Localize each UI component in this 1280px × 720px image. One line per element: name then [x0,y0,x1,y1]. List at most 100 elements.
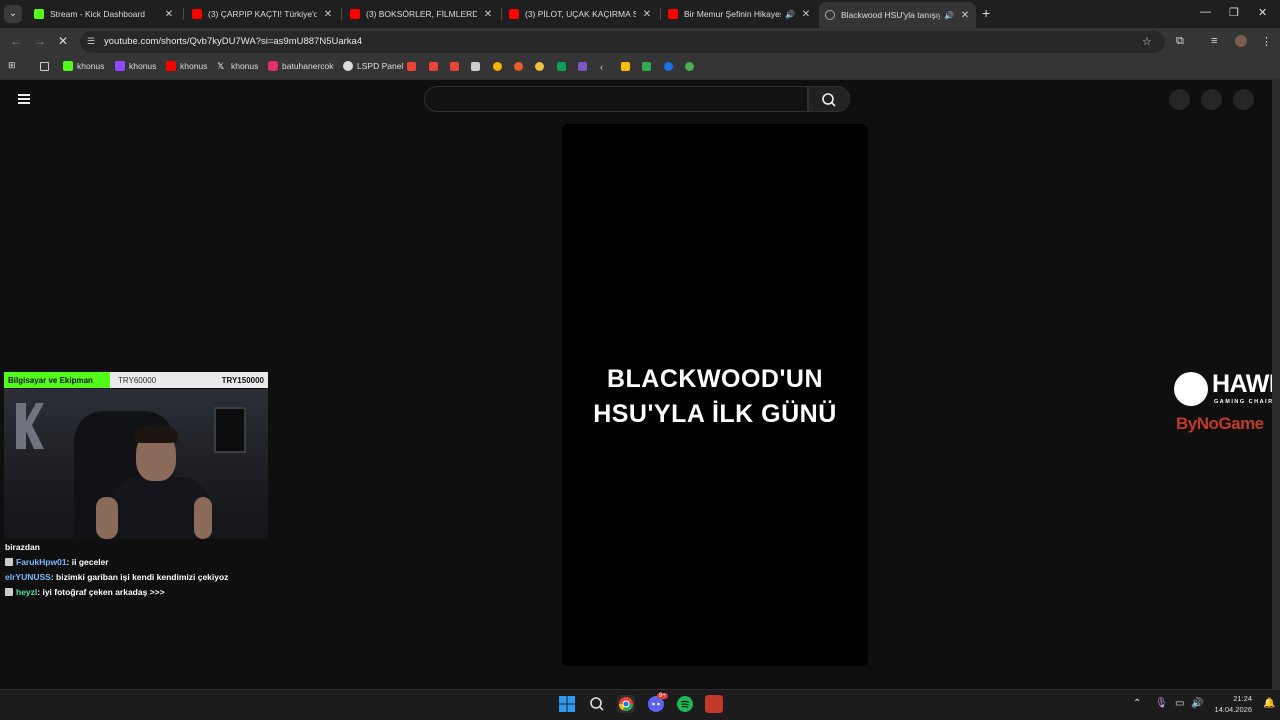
tab-divider [341,8,342,20]
speaker-icon[interactable]: 🔊 [785,10,795,19]
tab-divider [660,8,661,20]
chat-text: : iyi fotoğraf çeken arkadaş >>> [37,587,165,597]
close-icon[interactable]: ✕ [483,9,493,20]
search-input[interactable] [424,86,808,112]
obs-icon[interactable] [705,695,723,713]
bookmark-label: batuhanercok [282,61,334,71]
youtube-icon [509,9,519,19]
short-video-title: BLACKWOOD'UN HSU'YLA İLK GÜNÜ [562,362,868,432]
tab-title: Bir Memur Şefinin Hikayesi [684,9,782,19]
media-control-icon[interactable]: ≡ [1211,35,1217,47]
bookmark-star-icon[interactable]: ☆ [1142,35,1152,48]
badge-icon [5,558,13,566]
bookmark-lspd-panel[interactable]: LSPD Panel [343,61,403,71]
site-info-icon[interactable]: ☰ [87,36,98,47]
bookmark-khonus-kick[interactable]: khonus [63,61,104,71]
bookmark-label: khonus [77,61,105,71]
chat-message: elrYUNUSS: bizimki gariban işi kendi ken… [5,572,228,582]
donation-goal-bar: Bilgisayar ve Ekipman TRY60000 TRY150000 [4,372,268,388]
chat-message: heyzl: iyi fotoğraf çeken arkadaş >>> [5,587,165,597]
bookmark-khonus-x[interactable]: 𝕏 khonus [217,61,258,71]
hawk-sponsor-logo: HAWK GAMING CHAIR [1174,370,1280,410]
loading-icon [825,10,835,20]
document-icon[interactable] [471,62,480,71]
bookmark-label: khonus [180,61,208,71]
back-icon[interactable]: ← [10,34,22,48]
new-tab-button[interactable]: + [982,5,990,21]
youtube-icon [192,9,202,19]
youtube-icon [350,9,360,19]
chrome-logo-icon [618,697,634,712]
spotify-icon[interactable] [676,695,694,713]
notification-bell-icon[interactable]: 🔔 [1263,698,1275,709]
windows-logo-icon [559,696,575,712]
tab-youtube-3[interactable]: (3) PİLOT, UÇAK KAÇIRMA SAHN ✕ [503,2,658,26]
extensions-icon[interactable]: ⧉ [1176,35,1184,48]
bookmark-khonus-youtube[interactable]: khonus [166,61,207,71]
tab-active-blackwood[interactable]: Blackwood HSU'yla tanışıyo 🔊 ✕ [819,2,976,28]
taskbar-search-icon[interactable] [588,695,606,713]
show-hidden-icons[interactable]: ⌃ [1133,698,1141,709]
tab-title: (3) PİLOT, UÇAK KAÇIRMA SAHN [525,9,636,19]
profile-avatar[interactable] [1235,35,1247,47]
sponsor-tagline: GAMING CHAIR [1214,399,1274,405]
fire-icon[interactable] [514,62,523,71]
close-window-icon[interactable]: ✕ [1258,6,1267,19]
stop-loading-icon[interactable]: ✕ [58,34,68,48]
header-action-placeholder[interactable] [1233,89,1254,110]
tab-title: Stream - Kick Dashboard [50,9,145,19]
forward-icon[interactable]: → [34,34,46,48]
tab-title: (3) ÇARPIP KAÇTI! Türkiye'de Ya [208,9,317,19]
bookmark-khonus-twitch[interactable]: khonus [115,61,156,71]
header-action-placeholder[interactable] [1201,89,1222,110]
gmail-icon[interactable] [450,62,459,71]
emoji-icon[interactable] [535,62,544,71]
close-icon[interactable]: ✕ [164,9,174,20]
menu-kebab-icon[interactable]: ⋮ [1261,35,1272,48]
chat-username: heyzl [16,587,38,597]
close-icon[interactable]: ✕ [801,9,811,20]
notification-badge: 9+ [657,693,668,699]
apps-grid-icon[interactable]: ⊞ [8,60,17,70]
game-icon[interactable] [493,62,502,71]
globe-icon[interactable] [664,62,673,71]
drive-icon[interactable] [642,62,651,71]
header-action-placeholder[interactable] [1169,89,1190,110]
ads-icon[interactable] [621,62,630,71]
badge-icon [5,588,13,596]
folder-icon[interactable] [40,62,49,71]
forms-icon[interactable] [578,62,587,71]
url-text[interactable]: youtube.com/shorts/Qvb7kyDU7WA?si=as9mU8… [104,36,362,47]
restore-icon[interactable]: ❐ [1229,6,1239,19]
search-icon [822,93,836,107]
page-scrollbar[interactable] [1272,80,1280,690]
search-button[interactable] [808,86,850,112]
gmail-icon[interactable] [407,62,416,71]
close-icon[interactable]: ✕ [642,9,652,20]
menu-icon[interactable] [18,94,30,104]
title-line: BLACKWOOD'UN [606,365,824,393]
gmail-icon[interactable] [429,62,438,71]
tab-youtube-4[interactable]: Bir Memur Şefinin Hikayesi 🔊 ✕ [662,2,817,26]
sheets-icon[interactable] [557,62,566,71]
volume-icon[interactable]: 🔊 [1191,698,1203,709]
chrome-icon[interactable] [617,695,635,713]
system-clock[interactable]: 21:24 14.04.2026 [1212,693,1252,715]
close-icon[interactable]: ✕ [323,9,333,20]
windows-start-icon[interactable] [558,695,576,713]
tab-divider [183,8,184,20]
arrow-icon[interactable]: ‹ [600,62,609,72]
tab-kick-dashboard[interactable]: Stream - Kick Dashboard ✕ [28,2,180,26]
tab-youtube-1[interactable]: (3) ÇARPIP KAÇTI! Türkiye'de Ya ✕ [186,2,339,26]
tab-youtube-2[interactable]: (3) BOKSÖRLER, FİLMLERDEKİ B ✕ [344,2,499,26]
microphone-icon[interactable]: 🎙 [1155,698,1168,709]
bookmark-instagram[interactable]: batuhanercok [268,61,334,71]
chat-text: : bizimki gariban işi kendi kendimizi çe… [50,572,229,582]
extension-icon[interactable] [685,62,694,71]
tab-search-button[interactable]: ⌄ [4,5,22,23]
chat-message: FarukHpw01: ii geceler [5,557,109,567]
network-icon[interactable]: ▭ [1175,698,1184,709]
minimize-icon[interactable]: — [1200,6,1211,18]
close-icon[interactable]: ✕ [960,10,970,21]
speaker-icon[interactable]: 🔊 [944,11,954,20]
